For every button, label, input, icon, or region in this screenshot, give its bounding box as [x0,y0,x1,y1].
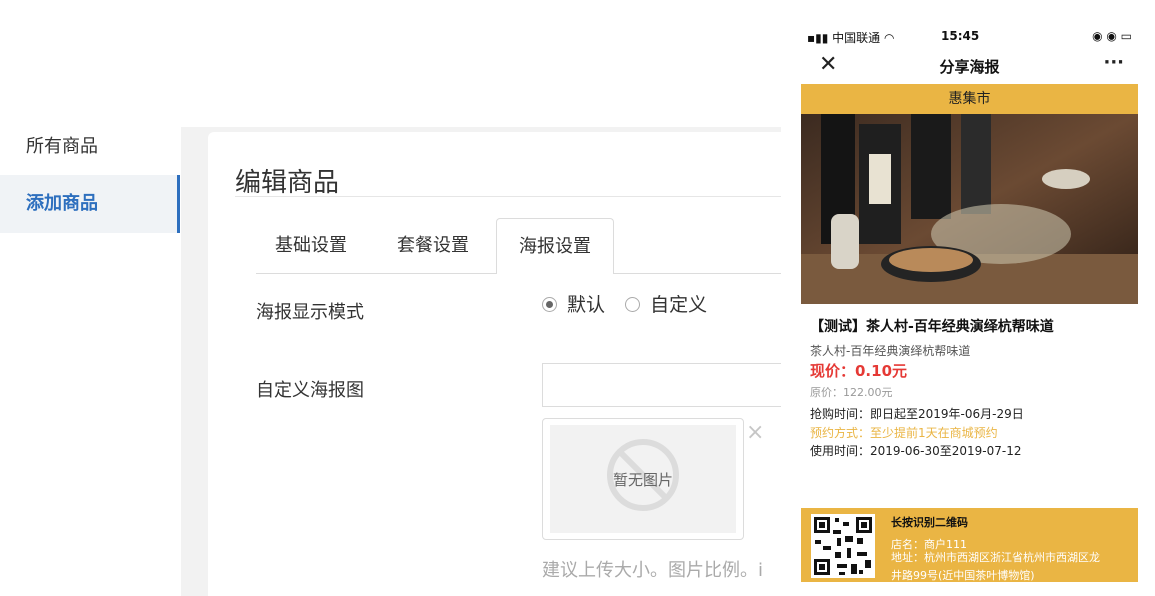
phone-poster-preview: ▪▮▮ 中国联通 ◠ 15:45 ◉ ◉ ▭ ✕ 分享海报 ··· 惠集市 【测… [801,22,1138,582]
page-title: 编辑商品 [235,168,340,198]
radio-default[interactable]: 默认 [542,290,605,317]
more-icon[interactable]: ··· [1103,52,1124,73]
poster-mode-radio-group: 默认 自定义 [542,290,721,317]
shop-name-bar: 惠集市 [801,84,1138,114]
qr-scan-title: 长按识别二维码 [891,516,968,529]
store-address-line2: 井路99号(近中国茶叶博物馆) [891,569,1035,582]
sidebar-item-all-products[interactable]: 所有商品 [0,118,180,176]
custom-poster-input[interactable] [542,363,781,407]
product-subtitle: 茶人村-百年经典演绎杭帮味道 [810,344,971,358]
product-photo [801,114,1138,304]
upload-hint: 建议上传大小。图片比例。i [542,560,763,581]
battery-icon: ◉ ◉ ▭ [1092,29,1132,43]
radio-default-label: 默认 [567,294,606,316]
store-address-line1: 地址：杭州市西湖区浙江省杭州市西湖区龙 [891,551,1100,564]
usage-time: 使用时间：2019-06-30至2019-07-12 [810,444,1022,458]
no-image-text: 暂无图片 [612,471,673,489]
current-price: 现价：0.10元 [810,362,908,380]
purchase-time: 抢购时间：即日起至2019年-06月-29日 [810,407,1024,421]
status-time: 15:45 [941,29,980,43]
miniapp-navbar: ✕ 分享海报 ··· [801,48,1138,84]
title-divider [235,196,781,197]
booking-method: 预约方式：至少提前1天在商城预约 [810,426,998,440]
signal-icon: ▪▮▮ [807,31,829,45]
edit-product-panel: 编辑商品 基础设置 套餐设置 海报设置 海报显示模式 默认 自定义 自定义海报图… [208,132,781,596]
radio-custom-circle[interactable] [625,297,641,312]
image-placeholder: 暂无图片 [550,425,736,533]
original-price: 原价：122.00元 [810,386,893,399]
remove-image-icon[interactable]: × [746,420,764,445]
share-poster-title: 分享海报 [939,58,1000,76]
sidebar-item-add-product[interactable]: 添加商品 [0,175,180,233]
qr-code-icon [811,514,875,578]
poster-mode-label: 海报显示模式 [256,302,364,323]
status-bar: ▪▮▮ 中国联通 ◠ 15:45 ◉ ◉ ▭ [801,22,1138,48]
product-title: 【测试】茶人村-百年经典演绎杭帮味道 [810,319,1054,335]
tab-poster-settings[interactable]: 海报设置 [496,218,614,274]
radio-custom-label: 自定义 [650,294,708,316]
carrier-label: ▪▮▮ 中国联通 ◠ [807,31,895,45]
qr-footer: 长按识别二维码 店名：商户111 地址：杭州市西湖区浙江省杭州市西湖区龙 井路9… [801,508,1138,582]
tab-basic-settings[interactable]: 基础设置 [256,218,366,274]
wifi-icon: ◠ [884,31,895,45]
radio-default-circle[interactable] [542,297,557,312]
radio-custom[interactable]: 自定义 [625,290,707,317]
poster-image-preview[interactable]: 暂无图片 [542,418,744,540]
custom-poster-label: 自定义海报图 [256,380,364,401]
tab-package-settings[interactable]: 套餐设置 [378,218,488,274]
